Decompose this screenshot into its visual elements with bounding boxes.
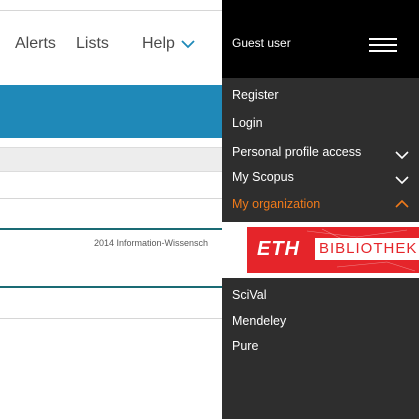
chevron-down-icon[interactable]: [395, 175, 409, 185]
nav-lists-link[interactable]: Lists: [76, 35, 109, 53]
nav-help-link[interactable]: Help: [142, 35, 195, 53]
menu-item-register[interactable]: Register: [232, 88, 279, 102]
nav-help-label: Help: [142, 35, 175, 52]
chevron-up-icon[interactable]: [395, 199, 409, 209]
logo-bibliothek-text: BIBLIOTHEK: [315, 238, 419, 260]
menu-item-my-organization[interactable]: My organization: [232, 197, 320, 211]
top-divider: [0, 10, 222, 11]
hamburger-icon[interactable]: [369, 36, 397, 54]
menu-item-personal-profile-access[interactable]: Personal profile access: [232, 145, 361, 159]
side-menu-panel: Guest user Register Login Personal profi…: [222, 0, 419, 419]
divider: [0, 318, 222, 319]
menu-item-my-scopus[interactable]: My Scopus: [232, 170, 294, 184]
divider: [0, 198, 222, 199]
guest-user-label: Guest user: [232, 36, 291, 50]
footer-top-rule: [0, 228, 222, 230]
nav-alerts-link[interactable]: Alerts: [15, 35, 56, 53]
link-pure[interactable]: Pure: [232, 339, 258, 353]
menu-item-login[interactable]: Login: [232, 116, 263, 130]
link-scival[interactable]: SciVal: [232, 288, 267, 302]
chevron-down-icon: [181, 40, 195, 49]
eth-bibliothek-logo[interactable]: ETH BIBLIOTHEK: [247, 227, 419, 273]
panel-header: Guest user: [222, 0, 419, 78]
link-mendeley[interactable]: Mendeley: [232, 314, 286, 328]
grey-bar: [0, 147, 222, 172]
copyright-text: 2014 Information-Wissensch: [94, 238, 209, 248]
search-banner: [0, 85, 222, 138]
logo-eth-text: ETH: [257, 238, 300, 260]
footer-bottom-rule: [0, 286, 222, 288]
organization-logo-box: ETH BIBLIOTHEK: [222, 222, 419, 278]
chevron-down-icon[interactable]: [395, 150, 409, 160]
